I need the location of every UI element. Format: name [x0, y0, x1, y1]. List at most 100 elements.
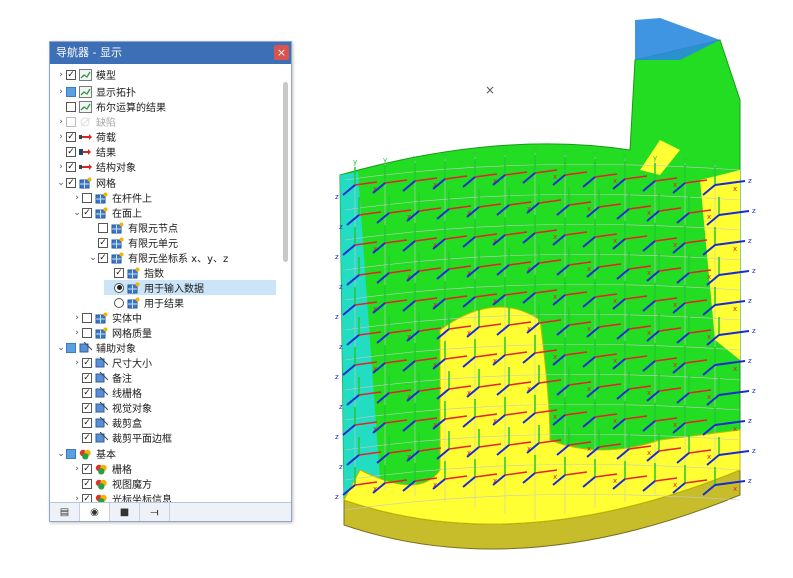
chevron-right-icon[interactable]: › — [72, 328, 82, 338]
tree-item[interactable]: › 实体中 — [72, 310, 142, 325]
chevron-right-icon[interactable]: › — [72, 464, 82, 474]
checkbox[interactable]: ✓ — [98, 237, 108, 248]
checkbox[interactable]: ✓ — [82, 478, 92, 489]
tree-item[interactable]: ✓ 裁剪盒 — [72, 415, 142, 430]
tree-item[interactable]: › 缺陷 — [56, 114, 116, 129]
axis-label-y: y — [353, 158, 357, 166]
checkbox[interactable]: ✓ — [114, 267, 124, 278]
chevron-right-icon[interactable]: › — [72, 313, 82, 323]
axis-label-x: x — [553, 473, 557, 481]
mesh-icon — [127, 267, 140, 279]
tree-item[interactable]: ⌄ ✓ 在面上 — [72, 205, 142, 220]
chevron-down-icon[interactable]: ⌄ — [56, 449, 66, 459]
checkbox[interactable] — [66, 116, 76, 127]
checkbox[interactable]: ✓ — [82, 207, 92, 218]
checkbox[interactable]: ✓ — [82, 402, 92, 413]
chevron-right-icon[interactable]: › — [56, 117, 66, 127]
basic-icon — [95, 478, 108, 490]
chevron-right-icon[interactable]: › — [56, 70, 66, 80]
guide-icon — [95, 371, 109, 384]
checkbox[interactable] — [82, 312, 92, 323]
tree-item[interactable]: › 显示拓扑 — [56, 84, 136, 99]
radio-button[interactable] — [114, 282, 124, 293]
checkbox[interactable]: ✓ — [66, 131, 76, 142]
tree-item-label: 模型 — [96, 71, 116, 82]
tree-item[interactable]: 用于结果 — [104, 295, 184, 310]
tree-item[interactable]: ✓ 指数 — [104, 265, 164, 280]
chevron-right-icon[interactable]: › — [56, 87, 66, 97]
tree-item[interactable]: ✓ 视图魔方 — [72, 476, 152, 491]
chevron-right-icon[interactable]: › — [56, 132, 66, 142]
close-button[interactable]: × — [274, 45, 289, 60]
tree-item[interactable]: › ✓ 尺寸大小 — [72, 355, 152, 370]
tree-item[interactable]: 用于输入数据 — [104, 280, 276, 295]
results-tab[interactable]: ⟞ — [140, 503, 170, 521]
checkbox[interactable] — [82, 327, 92, 338]
chevron-right-icon[interactable]: › — [72, 193, 82, 203]
chevron-right-icon[interactable]: › — [56, 162, 66, 172]
axis-label-x: x — [587, 385, 591, 393]
checkbox[interactable] — [66, 448, 76, 459]
checkbox[interactable]: ✓ — [82, 387, 92, 398]
chart-icon — [79, 85, 92, 98]
tree-item[interactable]: › ✓ 模型 — [56, 67, 116, 82]
tree-item[interactable]: ✓ 裁剪平面边框 — [72, 430, 172, 445]
checkbox[interactable] — [66, 342, 76, 353]
checkbox[interactable] — [66, 86, 76, 97]
tree-item[interactable]: › 在杆件上 — [72, 190, 152, 205]
checkbox[interactable]: ✓ — [82, 417, 92, 428]
checkbox[interactable]: ✓ — [66, 161, 76, 172]
load-icon — [79, 161, 92, 173]
checkbox[interactable] — [82, 192, 92, 203]
tree-item[interactable]: ✓ 线栅格 — [72, 385, 142, 400]
views-tab[interactable]: ■ — [110, 503, 140, 521]
axis-label-x: x — [733, 425, 737, 433]
mesh-icon — [127, 282, 140, 294]
checkbox[interactable] — [98, 222, 108, 233]
tree-item[interactable]: › 网格质量 — [72, 325, 152, 340]
tree-item[interactable]: › ✓ 栅格 — [72, 461, 132, 476]
axis-label-z: z — [339, 403, 343, 411]
checkbox[interactable] — [66, 101, 76, 112]
checkbox[interactable]: ✓ — [82, 432, 92, 443]
tree-item[interactable]: ⌄ ✓ 网格 — [56, 175, 116, 190]
checkbox[interactable]: ✓ — [82, 372, 92, 383]
tree-item[interactable]: ✓ 有限元单元 — [88, 235, 178, 250]
radio-button[interactable] — [114, 297, 124, 308]
axis-label-z: z — [752, 447, 756, 455]
axis-label-x: x — [733, 245, 737, 253]
tree-item[interactable]: ⌄ ✓ 有限元坐标系 x、y、z — [88, 250, 228, 265]
tree-scrollbar[interactable] — [283, 82, 288, 262]
tree-item[interactable]: ⌄ 基本 — [56, 446, 116, 461]
axis-label-x: x — [673, 301, 677, 309]
tree-item[interactable]: ✓ 结果 — [56, 144, 116, 159]
checkbox[interactable]: ✓ — [82, 463, 92, 474]
axis-label-z: z — [335, 253, 339, 261]
tree-item-label: 网格质量 — [112, 329, 152, 340]
checkbox[interactable]: ✓ — [98, 252, 108, 263]
axis-label-x: x — [553, 413, 557, 421]
tree-item[interactable]: 有限元节点 — [88, 220, 178, 235]
axis-label-x: x — [553, 353, 557, 361]
tree-item-label: 缺陷 — [96, 118, 116, 129]
tree-item[interactable]: 布尔运算的结果 — [56, 99, 166, 114]
tree-item[interactable]: › ✓ 荷载 — [56, 129, 116, 144]
checkbox[interactable]: ✓ — [66, 177, 76, 188]
checkbox[interactable]: ✓ — [66, 69, 76, 80]
tree-item[interactable]: ✓ 备注 — [72, 370, 132, 385]
axis-label-z: z — [335, 193, 339, 201]
model-viewport[interactable]: x y z y x y y x y y x y y x y y x y y x y z z x x x x x x z x z x x x x x x z z… — [300, 0, 793, 578]
chevron-down-icon[interactable]: ⌄ — [88, 253, 98, 263]
checkbox[interactable]: ✓ — [82, 357, 92, 368]
tree-item[interactable]: › ✓ 结构对象 — [56, 159, 136, 174]
checkbox[interactable]: ✓ — [66, 146, 76, 157]
data-tab[interactable]: ▤ — [50, 503, 80, 521]
chevron-down-icon[interactable]: ⌄ — [56, 343, 66, 353]
chevron-down-icon[interactable]: ⌄ — [56, 178, 66, 188]
tree-item[interactable]: ⌄ 辅助对象 — [56, 340, 136, 355]
axis-label-z: z — [748, 417, 752, 425]
chevron-down-icon[interactable]: ⌄ — [72, 208, 82, 218]
chevron-right-icon[interactable]: › — [72, 358, 82, 368]
display-tab[interactable]: ◉ — [80, 503, 110, 521]
tree-item[interactable]: ✓ 视觉对象 — [72, 400, 152, 415]
